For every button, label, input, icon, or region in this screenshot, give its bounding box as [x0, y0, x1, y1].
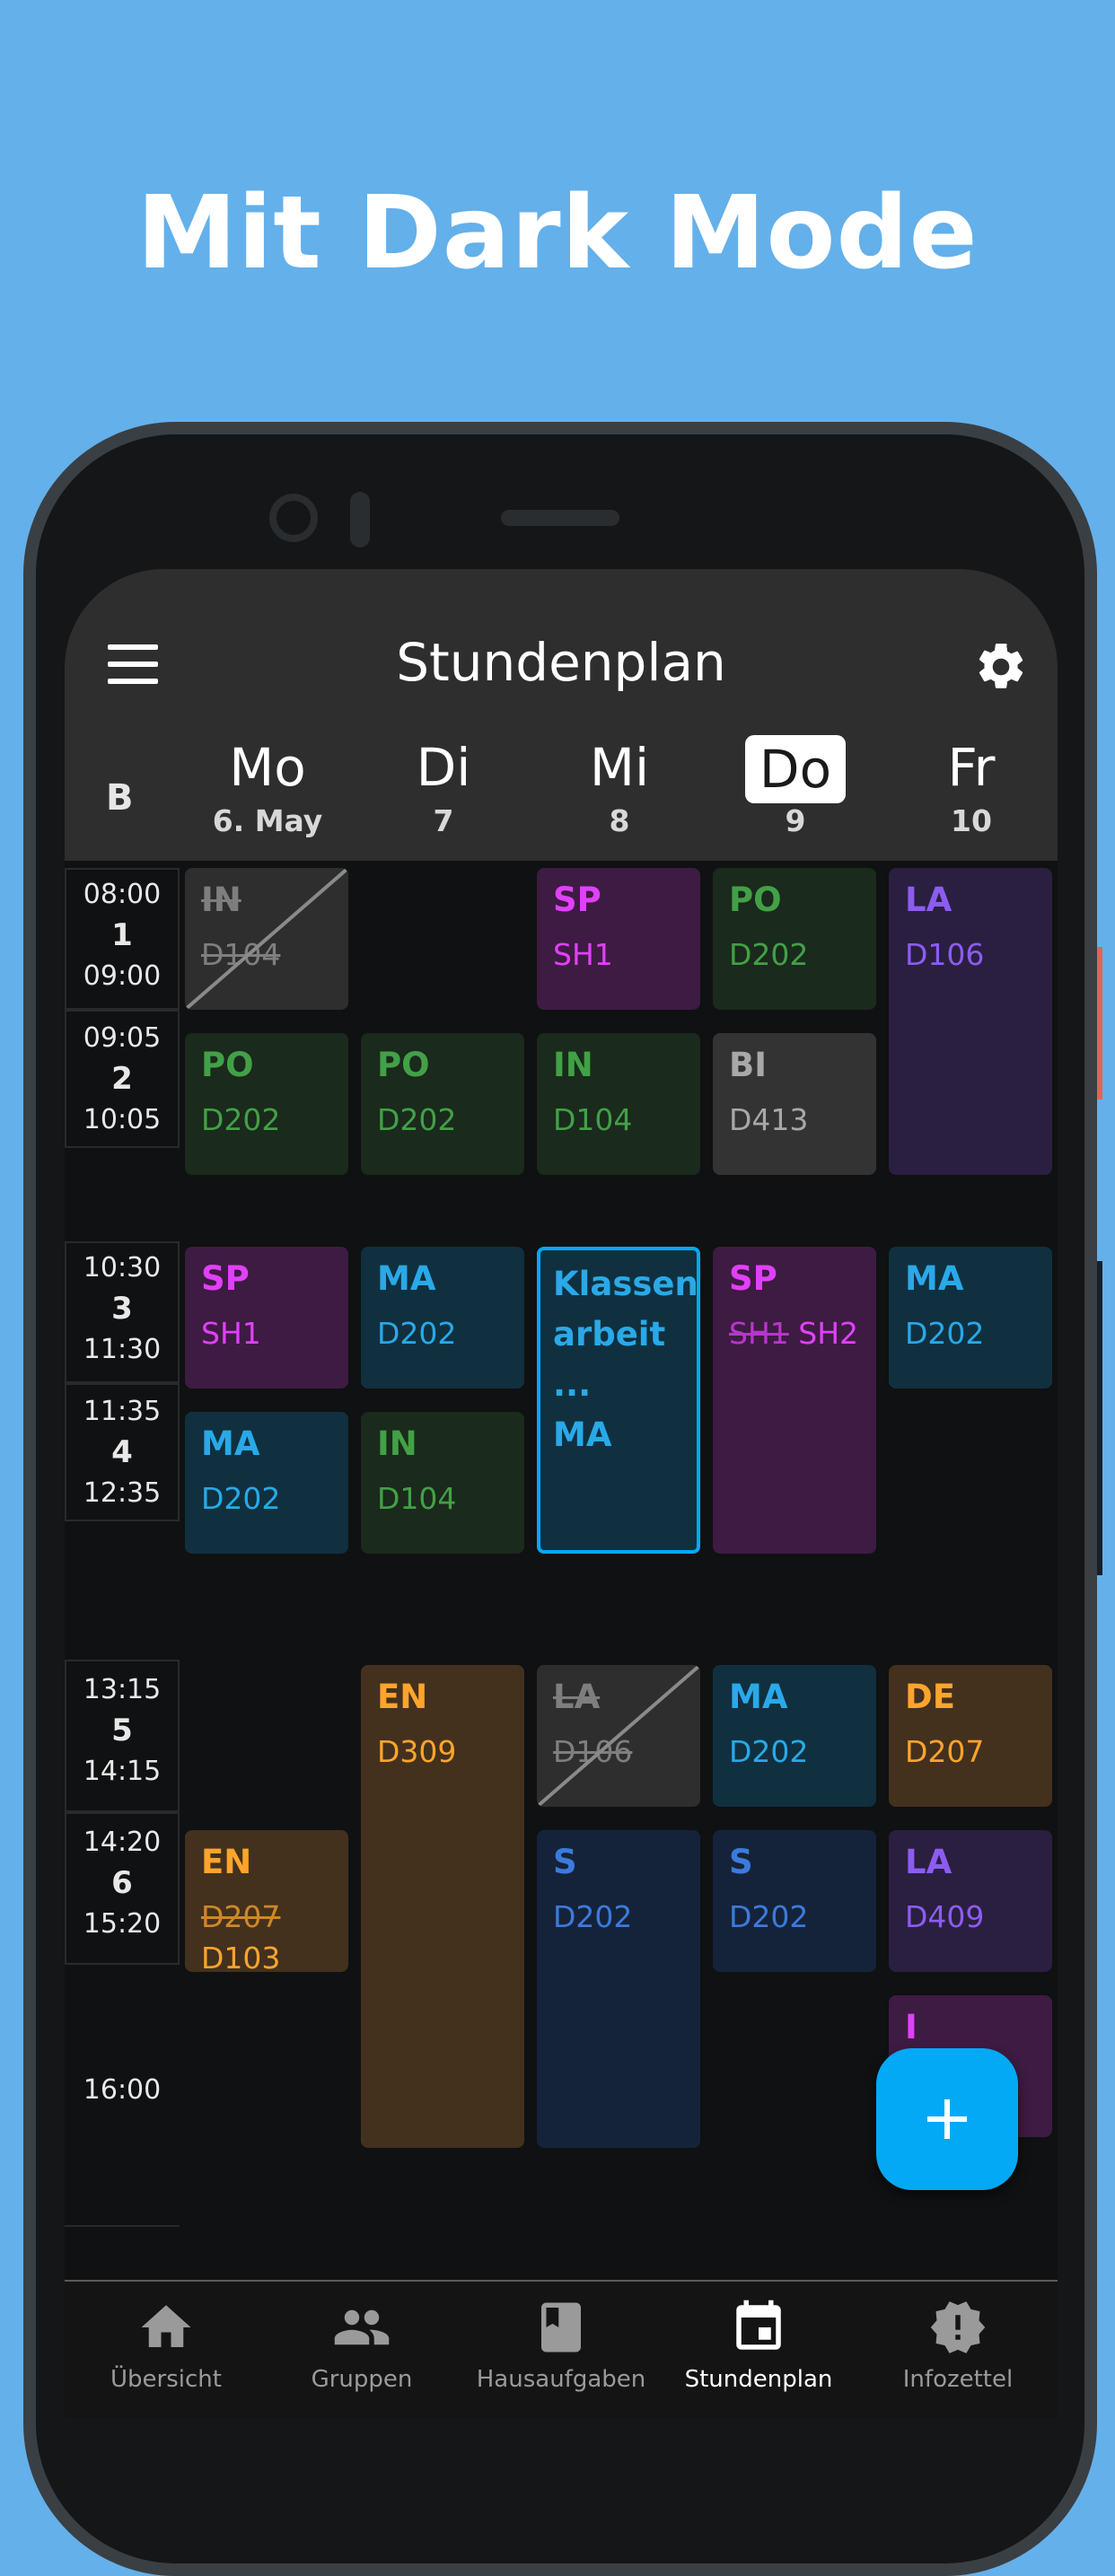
edge-accent — [1097, 947, 1102, 1100]
earpiece-speaker — [501, 510, 619, 526]
lesson-fr-5[interactable]: DE D207 — [889, 1665, 1052, 1807]
lesson-mi-2[interactable]: IN D104 — [537, 1033, 700, 1175]
day-header-wednesday: Mi 8 — [589, 737, 650, 838]
lesson-do-5[interactable]: MA D202 — [713, 1665, 876, 1807]
lesson-fr-3[interactable]: MA D202 — [889, 1247, 1052, 1389]
front-camera — [269, 494, 318, 542]
promo-headline: Mit Dark Mode — [136, 175, 979, 292]
week-ab-indicator[interactable]: B — [106, 777, 134, 819]
side-button — [1097, 1261, 1102, 1575]
day-header-monday: Mo 6. May — [212, 737, 323, 838]
lesson-mi-5-cancelled[interactable]: LA D106 — [537, 1665, 700, 1807]
calendar-icon — [736, 2300, 781, 2350]
lesson-mo-6[interactable]: EN D207 D103 — [185, 1830, 348, 1972]
period-6-time: 14:20 6 15:20 — [65, 1812, 180, 1965]
cancel-strike-line — [185, 868, 348, 1010]
day-header-friday: Fr 10 — [947, 737, 996, 838]
nav-item-infozettel[interactable]: Infozettel — [859, 2298, 1057, 2393]
lesson-mo-4[interactable]: MA D202 — [185, 1412, 348, 1554]
add-lesson-fab-button[interactable] — [876, 2048, 1018, 2190]
lesson-do-1[interactable]: PO D202 — [713, 868, 876, 1010]
lesson-di-5[interactable]: EN D309 — [361, 1665, 524, 2148]
lesson-mo-3[interactable]: SP SH1 — [185, 1247, 348, 1389]
lesson-mo-2[interactable]: PO D202 — [185, 1033, 348, 1175]
lesson-mo-1-cancelled[interactable]: IN D104 — [185, 868, 348, 1010]
period-1-time: 08:00 1 09:00 — [65, 868, 180, 1010]
lesson-do-2[interactable]: BI D413 — [713, 1033, 876, 1175]
app-bar: Stundenplan B Mo 6. May Di 7 Mi 8 Do 9 F… — [65, 569, 1058, 861]
lesson-di-2[interactable]: PO D202 — [361, 1033, 524, 1175]
nav-item-stundenplan[interactable]: Stundenplan — [660, 2298, 857, 2393]
home-icon — [141, 2305, 191, 2347]
period-5-time: 13:15 5 14:15 — [65, 1660, 180, 1812]
nav-item-uebersicht[interactable]: Übersicht — [67, 2298, 265, 2393]
lesson-fr-6[interactable]: LA D409 — [889, 1830, 1052, 1972]
lesson-di-3[interactable]: MA D202 — [361, 1247, 524, 1389]
lesson-fr-1[interactable]: LA D106 — [889, 868, 1052, 1175]
lesson-mi-6[interactable]: S D202 — [537, 1830, 700, 2148]
lesson-di-4[interactable]: IN D104 — [361, 1412, 524, 1554]
time-divider — [65, 2225, 180, 2227]
lesson-mi-3-exam[interactable]: Klassen arbeit ... MA — [537, 1247, 700, 1554]
bottom-navigation: Übersicht Gruppen Hausaufgaben Stundenpl… — [65, 2280, 1058, 2418]
period-4-time: 11:35 4 12:35 — [65, 1383, 180, 1521]
cancel-strike-line — [537, 1665, 700, 1807]
time-label-1600: 16:00 — [83, 2074, 162, 2106]
nav-item-gruppen[interactable]: Gruppen — [263, 2298, 461, 2393]
proximity-sensor — [350, 492, 370, 548]
people-icon — [334, 2309, 390, 2345]
alert-badge-icon — [930, 2301, 986, 2353]
gear-icon[interactable] — [973, 639, 1029, 695]
app-screen: Stundenplan B Mo 6. May Di 7 Mi 8 Do 9 F… — [65, 569, 1058, 2418]
lesson-mi-1[interactable]: SP SH1 — [537, 868, 700, 1010]
page-title: Stundenplan — [396, 632, 726, 693]
period-3-time: 10:30 3 11:30 — [65, 1241, 180, 1383]
nav-item-hausaufgaben[interactable]: Hausaufgaben — [462, 2298, 660, 2393]
day-header-tuesday: Di 7 — [416, 737, 471, 838]
lesson-do-3[interactable]: SP SH1 SH2 — [713, 1247, 876, 1554]
period-2-time: 09:05 2 10:05 — [65, 1010, 180, 1148]
day-header-thursday-today: Do 9 — [715, 735, 876, 838]
lesson-do-6[interactable]: S D202 — [713, 1830, 876, 1972]
book-icon — [541, 2302, 581, 2353]
